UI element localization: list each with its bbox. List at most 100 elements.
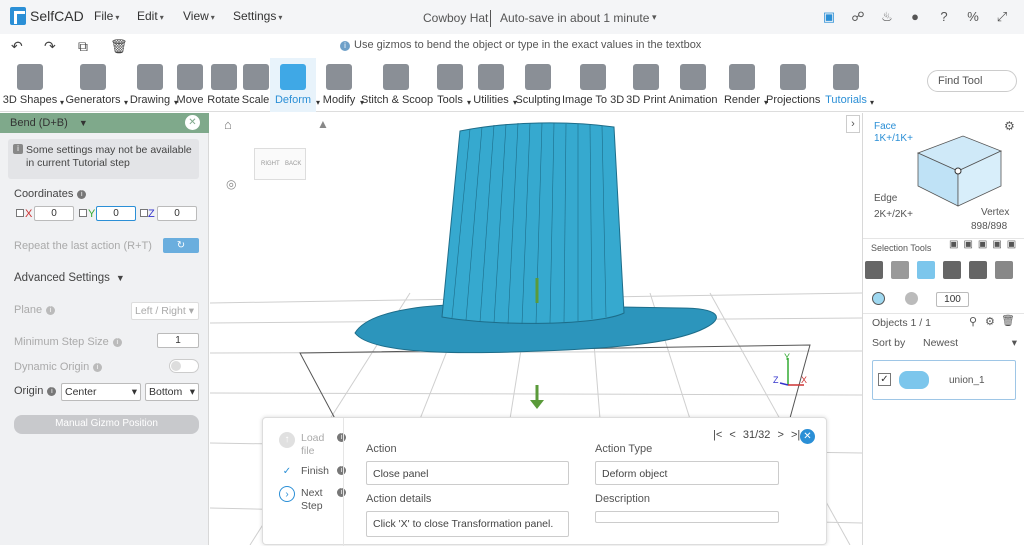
load-file-icon: ↑ (279, 432, 295, 448)
document-title[interactable]: Cowboy Hat (423, 11, 488, 25)
tools-icon (437, 64, 463, 90)
step-load-file[interactable]: Load file (301, 432, 333, 458)
advanced-settings-label[interactable]: Advanced Settings ▼ (14, 272, 125, 284)
view-cube[interactable]: RIGHT BACK (254, 148, 306, 180)
menu-file[interactable]: File (94, 9, 119, 23)
selection-extra-icons[interactable]: ▣▣▣▣▣ (949, 239, 1021, 250)
menu-edit[interactable]: Edit (137, 9, 164, 23)
tool-tools[interactable]: Tools ▾ (433, 58, 471, 112)
selection-tools-label: Selection Tools (871, 243, 932, 253)
menu-view[interactable]: View (183, 9, 215, 23)
origin-select-1[interactable]: Center ▾ (61, 383, 141, 401)
sort-select[interactable]: Newest ▾ (923, 337, 1017, 349)
tool-tutorials[interactable]: Tutorials ▾ (822, 58, 874, 112)
x-input[interactable]: 0 (34, 206, 74, 221)
brush-circle-icon[interactable] (872, 292, 885, 305)
manual-gizmo-button[interactable]: Manual Gizmo Position (14, 415, 199, 434)
tool-utilities[interactable]: Utilities ▾ (469, 58, 517, 112)
prev-step-icon[interactable]: < (729, 429, 735, 441)
description-label: Description (595, 493, 651, 505)
tool-generators[interactable]: Generators ▾ (62, 58, 128, 112)
y-checkbox[interactable] (79, 209, 87, 217)
tool-projections[interactable]: Projections (766, 58, 820, 112)
units-icon[interactable]: % (965, 9, 981, 25)
trash-icon[interactable]: 🗑 (110, 38, 128, 55)
select-plane-icon[interactable] (995, 261, 1013, 279)
undo-icon[interactable]: ↶ (11, 38, 23, 55)
select-edge-icon[interactable] (943, 261, 961, 279)
select-object-icon[interactable] (865, 261, 883, 279)
step-next[interactable]: Next Step (301, 487, 331, 513)
copy-icon[interactable]: ⧉ (78, 38, 88, 55)
action-type-field: Deform object (595, 461, 779, 485)
info-icon: i (337, 466, 346, 475)
selection-mode-cube[interactable] (913, 131, 1003, 211)
y-input[interactable]: 0 (96, 206, 136, 221)
first-step-icon[interactable]: |< (713, 429, 722, 441)
tool-render[interactable]: Render ▾ (720, 58, 768, 112)
globe-icon[interactable]: ◎ (226, 177, 236, 191)
z-input[interactable]: 0 (157, 206, 197, 221)
share-icon[interactable]: ☍ (850, 9, 866, 25)
search-icon[interactable]: ⚲ (969, 315, 977, 328)
edge-label[interactable]: Edge (874, 193, 897, 204)
tool-rotate[interactable]: Rotate (206, 58, 241, 112)
vertex-label[interactable]: Vertex (981, 207, 1009, 218)
tool-3d-shapes[interactable]: 3D Shapes ▾ (0, 58, 64, 112)
brush-size-input[interactable]: 100 (936, 292, 969, 307)
repeat-button[interactable]: ↻ (163, 238, 199, 253)
redo-icon[interactable]: ↷ (44, 38, 56, 55)
tool-drawing[interactable]: Drawing ▾ (126, 58, 178, 112)
face-label[interactable]: Face (874, 121, 896, 132)
deform-icon (280, 64, 306, 90)
tool-deform[interactable]: Deform ▾ (270, 58, 320, 112)
find-tool-input[interactable]: Find Tool (927, 70, 1017, 92)
tool-stitch-scoop[interactable]: Stitch & Scoop (361, 58, 433, 112)
sculpting-icon (525, 64, 551, 90)
min-step-input[interactable]: 1 (157, 333, 199, 348)
right-panel: Face 1K+/1K+ ⚙ Edge 2K+/2K+ Vertex 898/8… (862, 113, 1024, 545)
tutorial-popup: ↑ Load file i ✓ Finish i › Next Step i |… (262, 417, 827, 546)
gear-icon[interactable]: ⚙ (1004, 119, 1015, 133)
save-icon[interactable]: ▣ (821, 9, 837, 25)
delete-icon[interactable]: 🗑 (1001, 314, 1015, 327)
tool-image-to-3d[interactable]: Image To 3D (562, 58, 624, 112)
tool-sculpting[interactable]: Sculpting (515, 58, 561, 112)
select-vertex-icon[interactable] (969, 261, 987, 279)
settings-icon[interactable]: ⚙ (985, 315, 995, 328)
close-panel-button[interactable]: ✕ (185, 115, 200, 130)
hat-crown[interactable] (441, 122, 625, 324)
tool-label: 3D Shapes (2, 94, 58, 106)
tool-scale[interactable]: Scale (241, 58, 270, 112)
z-checkbox[interactable] (140, 209, 148, 217)
tool-move[interactable]: Move (174, 58, 206, 112)
plane-select[interactable]: Left / Right ▾ (131, 302, 199, 320)
collapse-caret-icon[interactable]: ▼ (79, 118, 88, 128)
dynamic-origin-toggle[interactable] (169, 359, 199, 373)
fullscreen-icon[interactable]: ⤢ (994, 9, 1010, 25)
tool-modify[interactable]: Modify ▾ (318, 58, 364, 112)
last-step-icon[interactable]: >| (791, 429, 800, 441)
collapse-right-panel-button[interactable]: › (846, 115, 860, 133)
select-grid-icon[interactable] (891, 261, 909, 279)
tool-3d-print[interactable]: 3D Print (626, 58, 666, 112)
x-checkbox[interactable] (16, 209, 24, 217)
next-step-icon[interactable]: > (777, 429, 783, 441)
help-icon[interactable]: ? (936, 9, 952, 25)
menu-settings[interactable]: Settings (233, 9, 282, 23)
close-tutorial-button[interactable]: ✕ (800, 429, 815, 444)
select-face-icon[interactable] (917, 261, 935, 279)
camera-gizmo-icon[interactable]: ▲ (317, 117, 329, 131)
object-checkbox[interactable]: ✓ (878, 373, 891, 386)
step-finish[interactable]: Finish (301, 465, 329, 478)
object-list-item[interactable]: ✓ union_1 (872, 360, 1016, 400)
autosave-dropdown-icon[interactable]: ▾ (652, 12, 657, 23)
tool-label: Drawing (129, 94, 171, 106)
user-icon[interactable]: ● (907, 9, 923, 25)
dropdown-caret-icon: ▾ (869, 98, 874, 107)
origin-select-2[interactable]: Bottom ▾ (145, 383, 199, 401)
bell-icon[interactable]: ♨ (879, 9, 895, 25)
brush-sphere-icon[interactable] (905, 292, 918, 305)
tool-animation[interactable]: Animation (668, 58, 718, 112)
home-icon[interactable]: ⌂ (224, 117, 232, 132)
